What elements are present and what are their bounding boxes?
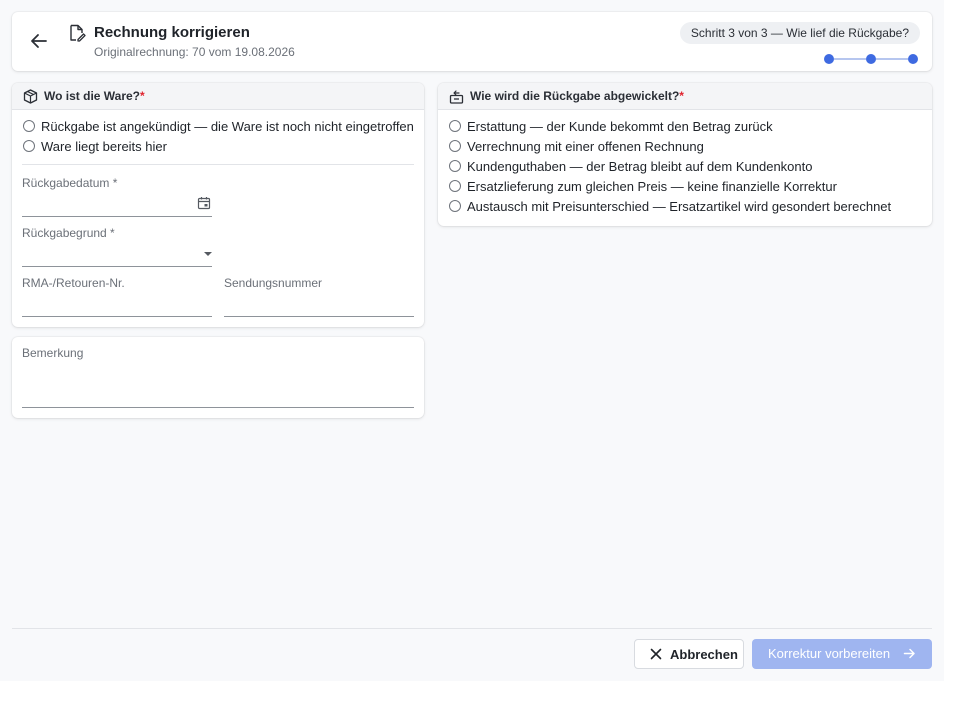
step-connector <box>876 58 908 60</box>
return-reason-label: Rückgabegrund * <box>22 226 115 240</box>
chevron-down-icon[interactable] <box>204 252 212 256</box>
return-handling-header: Wie wird die Rückgabe abgewickelt?* <box>438 83 932 110</box>
goods-location-header: Wo ist die Ware?* <box>12 83 424 110</box>
return-handling-card: Wie wird die Rückgabe abgewickelt?* Erst… <box>438 83 932 226</box>
goods-location-heading: Wo ist die Ware? <box>44 89 141 103</box>
goods-location-card: Wo ist die Ware?* Rückgabe ist angekündi… <box>12 83 424 327</box>
radio-return-announced[interactable]: Rückgabe ist angekündigt — die Ware ist … <box>23 117 414 135</box>
radio-label: Ersatzlieferung zum gleichen Preis — kei… <box>467 178 837 194</box>
document-edit-icon <box>70 24 86 42</box>
step-progress <box>824 53 918 65</box>
rma-number-label: RMA-/Retouren-Nr. <box>22 276 125 290</box>
prepare-correction-label: Korrektur vorbereiten <box>768 646 891 661</box>
radio-button[interactable] <box>449 160 461 172</box>
note-card: Bemerkung <box>12 337 424 418</box>
footer-divider <box>12 628 932 629</box>
radio-button[interactable] <box>449 180 461 192</box>
rma-number-input[interactable] <box>22 316 212 317</box>
cancel-button-label: Abbrechen <box>670 647 738 662</box>
prepare-correction-button[interactable]: Korrektur vorbereiten <box>752 639 932 669</box>
page-subtitle: Originalrechnung: 70 vom 19.08.2026 <box>94 45 295 59</box>
radio-exchange-price-difference[interactable]: Austausch mit Preisunterschied — Ersatza… <box>449 197 891 215</box>
radio-button[interactable] <box>449 120 461 132</box>
radio-button[interactable] <box>23 140 35 152</box>
tracking-number-label: Sendungsnummer <box>224 276 323 290</box>
page-title: Rechnung korrigieren <box>94 24 250 41</box>
radio-label: Ware liegt bereits hier <box>41 138 167 154</box>
step-dot-2 <box>866 54 876 64</box>
section-divider <box>22 164 414 165</box>
radio-button[interactable] <box>449 140 461 152</box>
cancel-button[interactable]: Abbrechen <box>634 639 744 669</box>
radio-label: Austausch mit Preisunterschied — Ersatza… <box>467 198 892 214</box>
step-connector <box>834 58 866 60</box>
radio-replacement-same-price[interactable]: Ersatzlieferung zum gleichen Preis — kei… <box>449 177 837 195</box>
return-box-icon <box>449 90 464 104</box>
radio-button[interactable] <box>449 200 461 212</box>
calendar-icon[interactable] <box>197 196 211 210</box>
package-icon <box>23 89 38 104</box>
step-indicator-label: Schritt 3 von 3 — Wie lief die Rückgabe? <box>679 22 920 44</box>
tracking-number-input[interactable] <box>224 316 414 317</box>
close-icon <box>650 648 662 660</box>
return-date-label: Rückgabedatum * <box>22 176 118 190</box>
radio-label: Erstattung — der Kunde bekommt den Betra… <box>467 118 773 134</box>
app-window: Rechnung korrigieren Originalrechnung: 7… <box>0 0 944 681</box>
step-dot-1 <box>824 54 834 64</box>
return-reason-select[interactable] <box>22 266 212 267</box>
radio-customer-credit[interactable]: Kundenguthaben — der Betrag bleibt auf d… <box>449 157 812 175</box>
required-marker: * <box>679 89 684 103</box>
radio-offset-invoice[interactable]: Verrechnung mit einer offenen Rechnung <box>449 137 704 155</box>
return-date-input[interactable] <box>22 216 212 217</box>
note-label: Bemerkung <box>22 346 84 360</box>
required-marker: * <box>140 89 145 103</box>
return-handling-heading: Wie wird die Rückgabe abgewickelt? <box>470 89 680 103</box>
step-dot-3 <box>908 54 918 64</box>
radio-label: Kundenguthaben — der Betrag bleibt auf d… <box>467 158 813 174</box>
radio-goods-here[interactable]: Ware liegt bereits hier <box>23 137 167 155</box>
radio-button[interactable] <box>23 120 35 132</box>
arrow-right-icon <box>903 648 915 659</box>
radio-label: Rückgabe ist angekündigt — die Ware ist … <box>41 118 414 134</box>
radio-refund[interactable]: Erstattung — der Kunde bekommt den Betra… <box>449 117 773 135</box>
page-header: Rechnung korrigieren Originalrechnung: 7… <box>12 12 932 71</box>
back-button[interactable] <box>28 30 50 52</box>
note-textarea[interactable] <box>22 407 414 408</box>
arrow-left-icon[interactable] <box>28 30 50 52</box>
radio-label: Verrechnung mit einer offenen Rechnung <box>467 138 704 154</box>
